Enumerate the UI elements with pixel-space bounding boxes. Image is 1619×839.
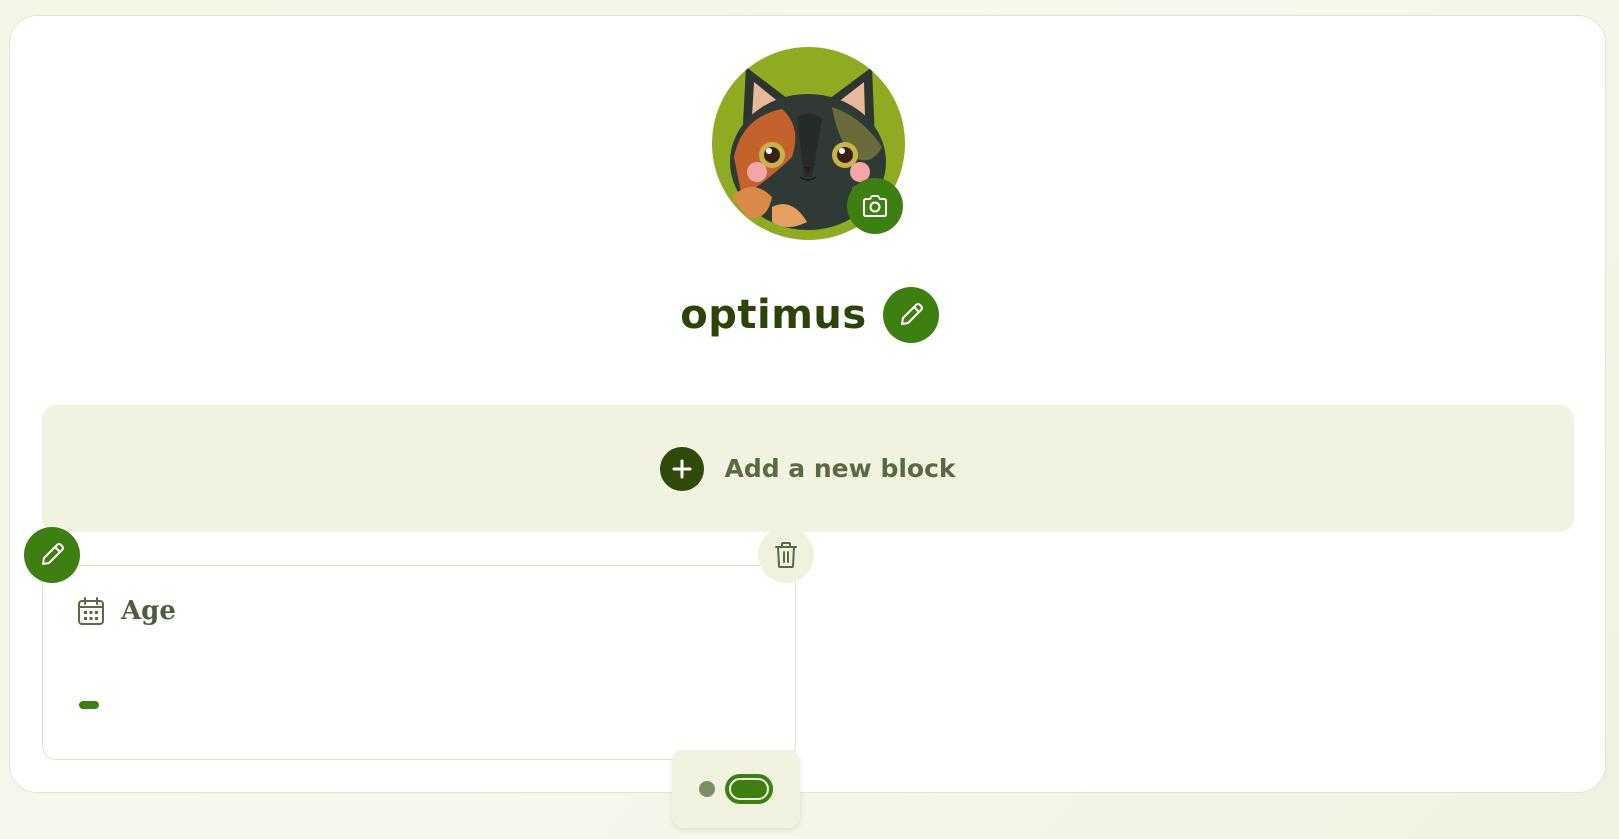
page-dot-1[interactable] — [699, 781, 715, 797]
page-indicator — [672, 750, 800, 828]
age-block: Age — [42, 565, 796, 760]
change-avatar-button[interactable] — [847, 178, 903, 234]
profile-name: optimus — [680, 292, 867, 338]
edit-block-button[interactable] — [24, 527, 80, 583]
camera-icon — [863, 195, 887, 217]
delete-block-button[interactable] — [758, 527, 814, 583]
block-title: Age — [121, 596, 176, 626]
profile-name-row: optimus — [0, 287, 1619, 343]
trash-icon — [775, 542, 797, 568]
pencil-icon — [900, 303, 923, 325]
pencil-icon — [42, 543, 64, 565]
block-value-empty — [79, 701, 99, 709]
add-new-block-label: Add a new block — [724, 454, 956, 483]
add-new-block-button[interactable]: Add a new block — [42, 405, 1574, 532]
calendar-icon — [78, 597, 104, 625]
plus-icon — [660, 446, 705, 491]
block-header: Age — [77, 596, 176, 626]
avatar-container — [712, 47, 905, 240]
page-dot-2-active[interactable] — [725, 774, 773, 804]
edit-name-button[interactable] — [882, 287, 939, 343]
